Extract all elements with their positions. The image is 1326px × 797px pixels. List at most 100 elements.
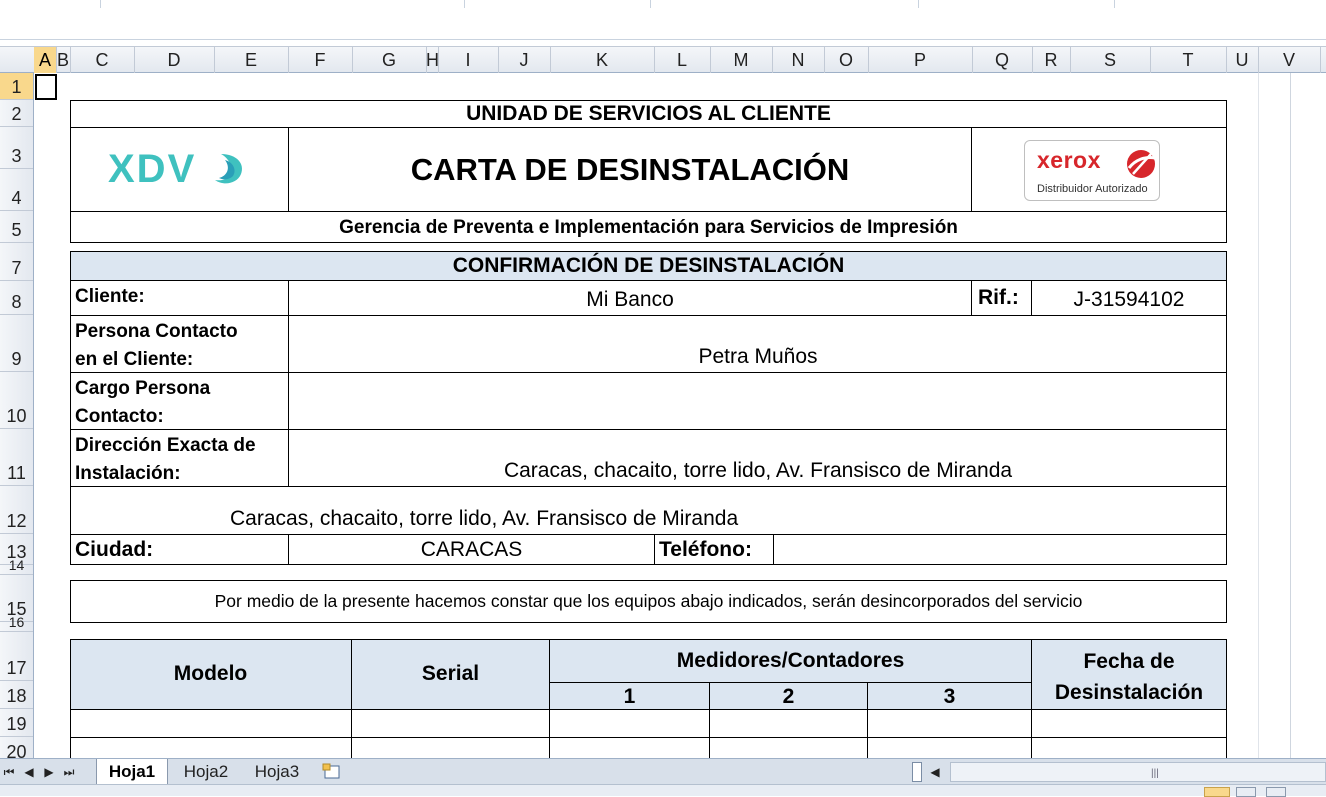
gridline (1258, 73, 1259, 758)
row-header[interactable]: 18 (0, 681, 33, 709)
table-row-divider (549, 682, 1031, 683)
gridline (1290, 73, 1291, 758)
row-header[interactable]: 11 (0, 429, 33, 486)
xerox-brand: xerox (1037, 147, 1101, 173)
direccion-value[interactable]: Caracas, chacaito, torre lido, Av. Frans… (289, 459, 1227, 483)
row-header[interactable]: 12 (0, 486, 33, 534)
subtitle: Gerencia de Preventa e Implementación pa… (339, 217, 958, 238)
row-header[interactable]: 3 (0, 127, 33, 169)
column-header-j[interactable]: J (498, 47, 551, 74)
column-header-o[interactable]: O (824, 47, 869, 74)
sheet-tab-hoja3[interactable]: Hoja3 (246, 759, 308, 784)
persona-label-line1: Persona Contacto (75, 321, 238, 342)
header-divider (70, 127, 1227, 128)
last-sheet-nav-icon[interactable]: ⏭ (62, 763, 76, 781)
xerox-logo: xerox Distribuidor Autorizado (1024, 140, 1160, 201)
telefono-label: Teléfono: (659, 538, 752, 561)
medidor-3-header: 3 (943, 685, 956, 708)
table-row-divider (70, 737, 1227, 738)
column-header-row: A B C D E F G H I J K L M N O P Q R S T … (0, 46, 1326, 74)
ciudad-value[interactable]: CARACAS (289, 538, 654, 562)
column-header-c[interactable]: C (70, 47, 135, 74)
cliente-value[interactable]: Mi Banco (289, 288, 971, 312)
ribbon-segment (0, 0, 101, 8)
row-header[interactable]: 2 (0, 100, 33, 127)
cargo-label-line1: Cargo Persona (75, 378, 211, 399)
tab-split-handle[interactable] (912, 762, 922, 782)
col-divider (654, 534, 655, 565)
active-cell-a1[interactable] (35, 74, 57, 100)
xdv-logo-text: XDV (108, 147, 197, 191)
column-header-v[interactable]: V (1258, 47, 1321, 74)
row-header-column: 1 2 3 4 5 7 8 9 10 11 12 13 14 15 16 17 … (0, 73, 34, 758)
row-divider (70, 534, 1227, 535)
row-header[interactable]: 10 (0, 372, 33, 429)
rif-value[interactable]: J-31594102 (1032, 288, 1226, 312)
serial-header: Serial (421, 662, 480, 685)
row-header[interactable]: 7 (0, 247, 33, 281)
column-header-t[interactable]: T (1150, 47, 1227, 74)
row-header[interactable]: 17 (0, 632, 33, 681)
insert-sheet-icon[interactable] (318, 759, 348, 784)
direccion-value-line2[interactable]: Caracas, chacaito, torre lido, Av. Frans… (230, 507, 738, 531)
horizontal-scrollbar[interactable]: ||| (950, 762, 1326, 782)
row-header[interactable]: 14 (0, 557, 33, 575)
column-header-e[interactable]: E (214, 47, 289, 74)
persona-label: Persona Contacto en el Cliente: (75, 318, 238, 374)
column-header-m[interactable]: M (710, 47, 773, 74)
col-divider (773, 534, 774, 565)
sheet-tab-hoja2[interactable]: Hoja2 (176, 759, 236, 784)
row-header[interactable]: 20 (0, 737, 33, 758)
column-header-f[interactable]: F (288, 47, 353, 74)
sheet-tab-hoja1[interactable]: Hoja1 (96, 759, 168, 784)
rif-label: Rif.: (978, 286, 1019, 309)
row-header[interactable]: 1 (0, 73, 33, 100)
row-header[interactable]: 8 (0, 281, 33, 315)
medidores-header: Medidores/Contadores (676, 649, 905, 672)
column-header-i[interactable]: I (438, 47, 499, 74)
xdv-swirl-icon (215, 154, 243, 184)
column-header-q[interactable]: Q (972, 47, 1033, 74)
column-header-p[interactable]: P (868, 47, 973, 74)
header-divider (971, 127, 972, 211)
column-header-a[interactable]: A (34, 47, 57, 74)
header-title: UNIDAD DE SERVICIOS AL CLIENTE (466, 102, 831, 125)
cargo-label: Cargo Persona Contacto: (75, 375, 210, 431)
row-header[interactable]: 5 (0, 211, 33, 243)
column-header-d[interactable]: D (134, 47, 215, 74)
cliente-label: Cliente: (75, 286, 145, 307)
prev-sheet-nav-icon[interactable]: ◀ (22, 763, 36, 781)
ribbon-segment (100, 0, 465, 8)
statement-text: Por medio de la presente hacemos constar… (214, 591, 1083, 611)
row-divider (70, 315, 1227, 316)
row-header[interactable]: 9 (0, 315, 33, 372)
row-header[interactable]: 16 (0, 614, 33, 632)
status-bar (0, 784, 1326, 797)
fecha-header-line1: Fecha de (1083, 650, 1175, 673)
column-header-n[interactable]: N (772, 47, 825, 74)
column-header-l[interactable]: L (654, 47, 711, 74)
medidor-1-header: 1 (623, 685, 636, 708)
header-divider (70, 211, 1227, 212)
first-sheet-nav-icon[interactable]: ⏮ (2, 763, 16, 781)
row-header[interactable]: 4 (0, 169, 33, 211)
table-col-divider (351, 639, 352, 769)
column-header-r[interactable]: R (1032, 47, 1071, 74)
persona-value[interactable]: Petra Muños (289, 345, 1227, 369)
sheet-tab-bar: ⏮ ◀ ▶ ⏭ Hoja1 Hoja2 Hoja3 ◀ ||| (0, 758, 1326, 784)
scroll-left-icon[interactable]: ◀ (928, 763, 942, 781)
column-header-s[interactable]: S (1070, 47, 1151, 74)
column-header-b[interactable]: B (56, 47, 71, 74)
ribbon-segment (464, 0, 651, 8)
column-header-g[interactable]: G (352, 47, 427, 74)
row-header[interactable]: 19 (0, 709, 33, 737)
row-divider (70, 429, 1227, 430)
column-header-k[interactable]: K (550, 47, 655, 74)
next-sheet-nav-icon[interactable]: ▶ (42, 763, 56, 781)
row-divider (70, 372, 1227, 373)
formula-bar-area (0, 0, 1326, 40)
column-header-u[interactable]: U (1226, 47, 1259, 74)
persona-label-line2: en el Cliente: (75, 349, 194, 370)
fecha-header: Fecha de Desinstalación (1032, 646, 1226, 708)
xdv-logo: XDV (108, 147, 249, 192)
